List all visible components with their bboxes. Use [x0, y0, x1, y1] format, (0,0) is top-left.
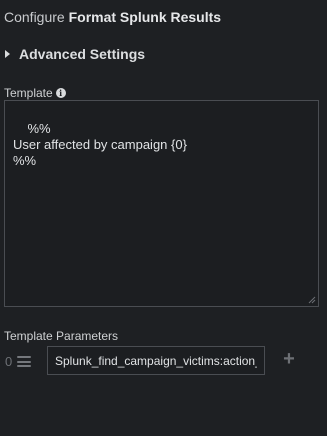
template-value: %% User affected by campaign {0} %% [13, 121, 187, 168]
panel-header: Configure Format Splunk Results [4, 9, 221, 25]
template-label-text: Template [4, 86, 53, 100]
advanced-settings-label: Advanced Settings [19, 46, 146, 62]
info-icon[interactable]: i [55, 88, 66, 98]
parameter-index: 0 [5, 354, 13, 369]
format-splunk-results-panel: Configure Format Splunk Results Advanced… [0, 0, 327, 436]
add-parameter-button[interactable]: + [280, 348, 298, 370]
header-title: Format Splunk Results [68, 9, 222, 25]
template-label: Template i [4, 86, 66, 100]
drag-handle-icon[interactable] [17, 356, 31, 367]
header-prefix: Configure [4, 9, 65, 25]
plus-icon: + [283, 348, 295, 370]
parameter-input[interactable] [47, 346, 265, 375]
advanced-settings-toggle[interactable]: Advanced Settings [4, 46, 145, 62]
resize-grip-icon[interactable] [308, 296, 316, 304]
template-textarea[interactable]: %% User affected by campaign {0} %% [4, 100, 319, 307]
template-parameter-row: 0 + [4, 346, 304, 376]
caret-right-icon [5, 50, 10, 58]
template-parameters-label: Template Parameters [4, 329, 119, 343]
